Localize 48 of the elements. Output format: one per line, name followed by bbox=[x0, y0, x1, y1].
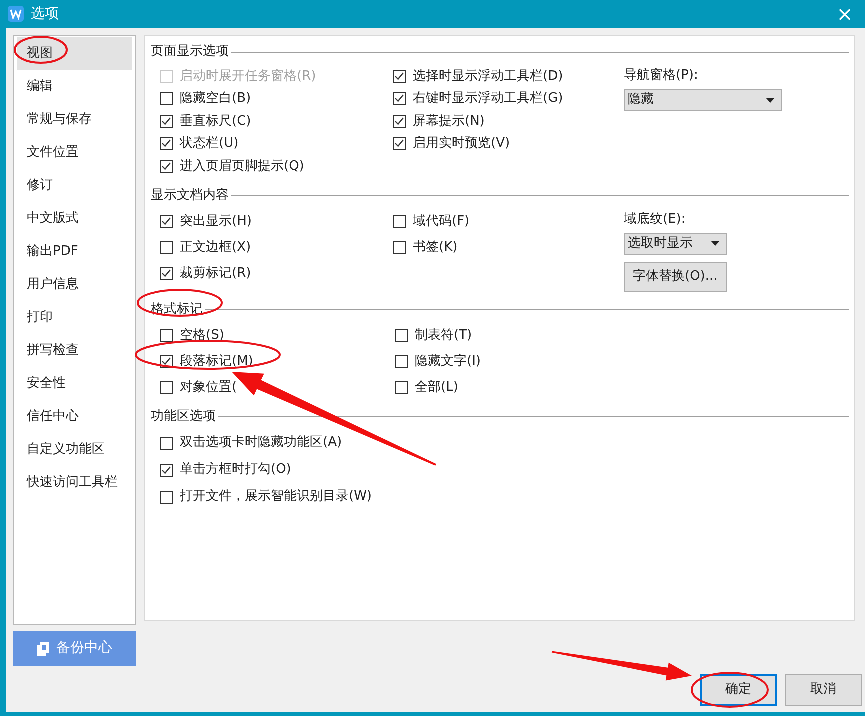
sidebar-item[interactable]: 编辑 bbox=[17, 70, 132, 103]
checkbox-label: 隐藏文字(I) bbox=[415, 352, 481, 371]
dropdown[interactable]: 隐藏 bbox=[624, 89, 782, 111]
window-title: 选项 bbox=[31, 4, 59, 24]
checkbox-label: 屏幕提示(N) bbox=[413, 112, 485, 130]
sidebar-item[interactable]: 拼写检查 bbox=[17, 334, 132, 367]
sidebar-item[interactable]: 自定义功能区 bbox=[17, 433, 132, 466]
sidebar-item[interactable]: 视图 bbox=[17, 37, 132, 70]
sidebar-item[interactable]: 文件位置 bbox=[17, 136, 132, 169]
sidebar-item[interactable]: 信任中心 bbox=[17, 400, 132, 433]
checkbox-label: 状态栏(U) bbox=[180, 135, 239, 153]
field-label: 导航窗格(P): bbox=[624, 68, 700, 84]
font-substitution-button[interactable]: 字体替换(O)... bbox=[624, 262, 727, 292]
dropdown[interactable]: 选取时显示 bbox=[624, 232, 727, 254]
section-title: 显示文档内容 bbox=[151, 186, 230, 205]
checkbox-label: 进入页眉页脚提示(Q) bbox=[180, 158, 304, 176]
checkbox-label: 制表符(T) bbox=[415, 326, 472, 345]
checkbox-label: 双击选项卡时隐藏功能区(A) bbox=[180, 434, 342, 452]
sidebar-item[interactable]: 快速访问工具栏 bbox=[17, 466, 132, 499]
checkbox-label: 对象位置( bbox=[180, 378, 238, 397]
checkbox-label: 启用实时预览(V) bbox=[413, 135, 510, 153]
checkbox-label: 空格(S) bbox=[180, 326, 224, 345]
checkbox-label: 单击方框时打勾(O) bbox=[180, 461, 292, 480]
sidebar-item[interactable]: 中文版式 bbox=[17, 202, 132, 235]
sidebar-item[interactable]: 打印 bbox=[17, 301, 132, 334]
checkbox-label: 隐藏空白(B) bbox=[180, 90, 252, 108]
ok-button[interactable]: 确定 bbox=[700, 674, 777, 706]
sidebar-item[interactable]: 安全性 bbox=[17, 367, 132, 400]
checkbox-label: 域代码(F) bbox=[413, 212, 470, 231]
sidebar-item[interactable]: 用户信息 bbox=[17, 268, 132, 301]
checkbox-label: 右键时显示浮动工具栏(G) bbox=[413, 90, 564, 108]
sidebar-item[interactable]: 修订 bbox=[17, 169, 132, 202]
sidebar-item[interactable]: 输出PDF bbox=[17, 235, 132, 268]
checkbox-label: 全部(L) bbox=[415, 378, 458, 397]
checkbox-label: 书签(K) bbox=[413, 238, 458, 257]
checkbox-label: 启动时展开任务窗格(R) bbox=[180, 68, 316, 86]
checkbox-label: 裁剪标记(R) bbox=[180, 264, 252, 283]
section-title: 页面显示选项 bbox=[151, 43, 230, 62]
checkbox-label: 突出显示(H) bbox=[180, 212, 252, 231]
checkbox-label: 打开文件，展示智能识别目录(W) bbox=[180, 488, 372, 506]
checkbox-label: 垂直标尺(C) bbox=[180, 112, 252, 130]
checkbox-label: 段落标记(M) bbox=[180, 352, 254, 371]
sidebar-item[interactable]: 常规与保存 bbox=[17, 103, 132, 136]
section-title: 功能区选项 bbox=[151, 408, 217, 426]
cancel-button[interactable]: 取消 bbox=[785, 674, 862, 706]
checkbox-label: 正文边框(X) bbox=[180, 238, 252, 257]
checkbox-label: 选择时显示浮动工具栏(D) bbox=[413, 68, 564, 86]
field-label: 域底纹(E): bbox=[624, 212, 687, 228]
